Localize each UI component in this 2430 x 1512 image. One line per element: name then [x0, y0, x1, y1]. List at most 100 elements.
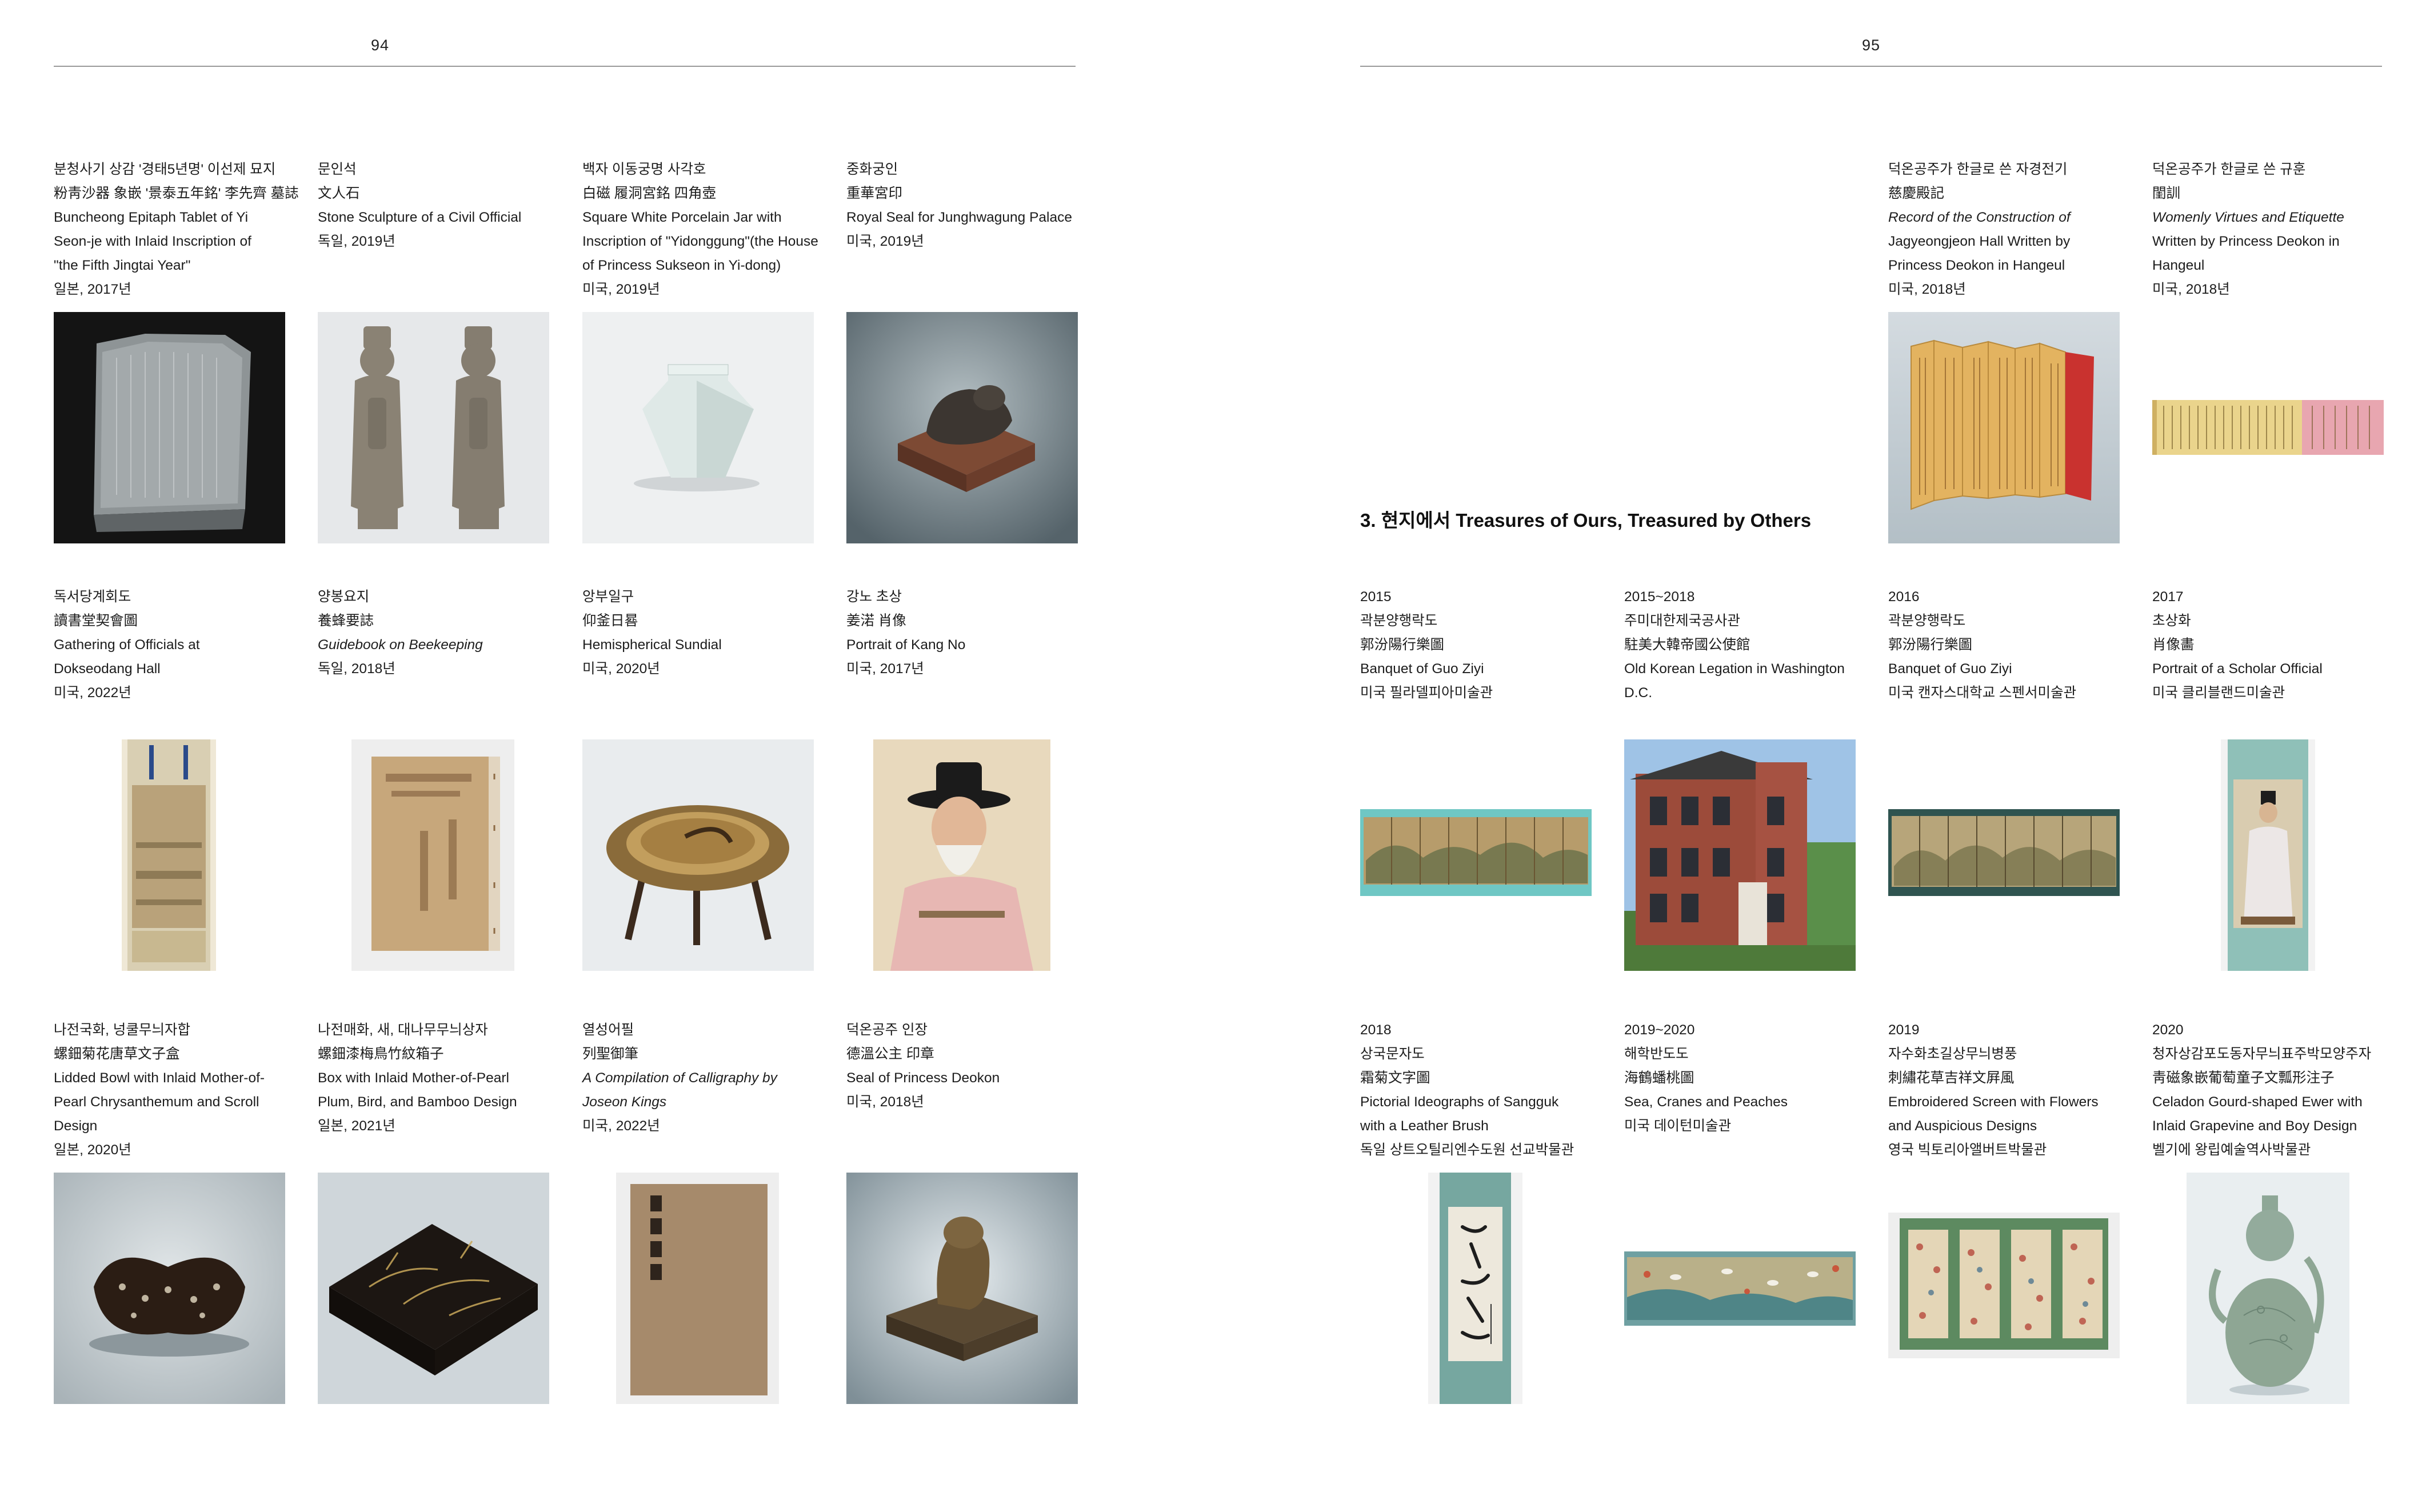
caption-korean: 나전매화, 새, 대나무무늬상자	[318, 1022, 488, 1038]
caption-english: Banquet of Guo Ziyi	[1360, 661, 1484, 677]
folding-book-image	[1888, 312, 2120, 543]
caption-location-year: 미국, 2018년	[846, 1094, 924, 1110]
caption-english: and Auspicious Designs	[1888, 1118, 2037, 1134]
caption-korean: 상국문자도	[1360, 1046, 1425, 1062]
white-jar-image	[582, 312, 814, 543]
caption-english: Sea, Cranes and Peaches	[1624, 1094, 1788, 1110]
caption-hanja: 重華宮印	[846, 186, 902, 201]
caption-hanja: 仰釜日晷	[582, 613, 638, 629]
caption-hanja: 白磁 履洞宮銘 四角壺	[582, 186, 717, 201]
caption-year: 2019	[1888, 1022, 1920, 1038]
old-book-image	[351, 739, 514, 971]
caption-location: 미국 캔자스대학교 스펜서미술관	[1888, 685, 2077, 701]
caption-english: Inscription of "Yidonggung"(the House	[582, 234, 818, 249]
caption-korean: 나전국화, 넝쿨무늬자합	[54, 1022, 191, 1038]
caption-korean: 청자상감포도동자무늬표주박모양주자	[2152, 1046, 2372, 1062]
caption-english: Jagyeongjeon Hall Written by	[1888, 234, 2071, 249]
caption-english: Stone Sculpture of a Civil Official	[318, 210, 522, 225]
caption-korean: 열성어필	[582, 1022, 634, 1038]
item-caption: 앙부일구 仰釜日晷 Hemispherical Sundial 미국, 2020…	[582, 585, 817, 681]
caption-english: Seon-je with Inlaid Inscription of	[54, 234, 251, 249]
portrait-kang-no-image	[873, 739, 1050, 971]
item-caption: 2020 청자상감포도동자무늬표주박모양주자 靑磁象嵌葡萄童子文瓢形注子 Cel…	[2152, 1018, 2387, 1162]
caption-korean: 강노 초상	[846, 589, 902, 605]
caption-location: 영국 빅토리아앨버트박물관	[1888, 1142, 2047, 1158]
caption-location: 독일 상트오틸리엔수도원 선교박물관	[1360, 1142, 1574, 1158]
caption-location-year: 일본, 2021년	[318, 1118, 395, 1134]
caption-hanja: 駐美大韓帝國公使館	[1624, 637, 1750, 653]
caption-english: Portrait of a Scholar Official	[2152, 661, 2323, 677]
caption-english: Design	[54, 1118, 98, 1134]
calligraphy-book-image	[616, 1173, 779, 1404]
caption-location-year: 일본, 2020년	[54, 1142, 131, 1158]
princess-seal-image	[846, 1173, 1078, 1404]
item-caption: 독서당계회도 讀書堂契會圖 Gathering of Officials at …	[54, 585, 288, 705]
caption-location-year: 미국, 2019년	[846, 234, 924, 249]
caption-korean: 백자 이동궁명 사각호	[582, 162, 706, 177]
caption-english: A Compilation of Calligraphy by	[582, 1070, 777, 1086]
caption-korean: 양봉요지	[318, 589, 370, 605]
caption-english: Dokseodang Hall	[54, 661, 161, 677]
caption-korean: 덕온공주가 한글로 쓴 자경전기	[1888, 162, 2068, 177]
item-caption: 분청사기 상감 '경태5년명' 이선제 묘지 粉靑沙器 象嵌 '景泰五年銘' 李…	[54, 158, 299, 302]
caption-english: Inlaid Grapevine and Boy Design	[2152, 1118, 2357, 1134]
caption-korean: 주미대한제국공사관	[1624, 613, 1740, 629]
caption-english: Banquet of Guo Ziyi	[1888, 661, 2012, 677]
caption-location-year: 미국, 2018년	[1888, 282, 1966, 297]
caption-english: Buncheong Epitaph Tablet of Yi	[54, 210, 249, 225]
ideograph-scroll-image	[1428, 1173, 1522, 1404]
item-caption: 나전국화, 넝쿨무늬자합 螺鈿菊花唐草文子盒 Lidded Bowl with …	[54, 1018, 288, 1162]
scholar-portrait-image	[2221, 739, 2315, 971]
folding-screen-banquet-2-image	[1888, 809, 2120, 896]
caption-hanja: 螺鈿菊花唐草文子盒	[54, 1046, 180, 1062]
item-caption: 2015 곽분양행락도 郭汾陽行樂圖 Banquet of Guo Ziyi 미…	[1360, 585, 1594, 705]
caption-korean: 자수화초길상무늬병풍	[1888, 1046, 2017, 1062]
caption-english: Hemispherical Sundial	[582, 637, 722, 653]
royal-seal-image	[846, 312, 1078, 543]
caption-location: 벨기에 왕립예술역사박물관	[2152, 1142, 2311, 1158]
caption-korean: 분청사기 상감 '경태5년명' 이선제 묘지	[54, 162, 276, 177]
caption-location-year: 미국, 2022년	[582, 1118, 660, 1134]
item-caption: 양봉요지 養蜂要誌 Guidebook on Beekeeping 독일, 20…	[318, 585, 552, 681]
lacquer-box-image	[318, 1173, 549, 1404]
caption-location: 미국 데이턴미술관	[1624, 1118, 1732, 1134]
caption-location-year: 독일, 2018년	[318, 661, 395, 677]
caption-location-year: 미국, 2017년	[846, 661, 924, 677]
caption-english: Celadon Gourd-shaped Ewer with	[2152, 1094, 2363, 1110]
item-caption: 2019 자수화초길상무늬병풍 刺繡花草吉祥文屛風 Embroidered Sc…	[1888, 1018, 2123, 1162]
section-title: 3. 현지에서 Treasures of Ours, Treasured by …	[1360, 510, 1812, 531]
caption-korean: 초상화	[2152, 613, 2191, 629]
caption-english: of Princess Sukseon in Yi-dong)	[582, 258, 781, 273]
caption-hanja: 靑磁象嵌葡萄童子文瓢形注子	[2152, 1070, 2335, 1086]
caption-hanja: 刺繡花草吉祥文屛風	[1888, 1070, 2015, 1086]
item-caption: 덕온공주 인장 德溫公主 印章 Seal of Princess Deokon …	[846, 1018, 1081, 1114]
caption-year: 2017	[2152, 589, 2184, 605]
caption-korean: 덕온공주가 한글로 쓴 규훈	[2152, 162, 2306, 177]
item-caption: 2018 상국문자도 霜菊文字圖 Pictorial Ideographs of…	[1360, 1018, 1594, 1162]
caption-hanja: 養蜂要誌	[318, 613, 374, 629]
page-number: 94	[370, 37, 390, 54]
epitaph-tablet-image	[54, 312, 285, 543]
caption-year: 2015~2018	[1624, 589, 1695, 605]
legation-building-image	[1624, 739, 1856, 971]
caption-english: Lidded Bowl with Inlaid Mother-of-	[54, 1070, 265, 1086]
caption-location: 미국 클리블랜드미술관	[2152, 685, 2285, 701]
caption-english: Guidebook on Beekeeping	[318, 637, 483, 653]
item-caption: 2015~2018 주미대한제국공사관 駐美大韓帝國公使館 Old Korean…	[1624, 585, 1859, 705]
caption-year: 2015	[1360, 589, 1392, 605]
caption-english: Womenly Virtues and Etiquette	[2152, 210, 2344, 225]
item-caption: 문인석 文人石 Stone Sculpture of a Civil Offic…	[318, 158, 552, 254]
caption-location-year: 미국, 2019년	[582, 282, 660, 297]
caption-location-year: 독일, 2019년	[318, 234, 395, 249]
caption-korean: 중화궁인	[846, 162, 898, 177]
caption-english: D.C.	[1624, 685, 1652, 701]
caption-year: 2016	[1888, 589, 1920, 605]
sundial-image	[582, 739, 814, 971]
caption-english: Royal Seal for Junghwagung Palace	[846, 210, 1072, 225]
caption-english: Written by Princess Deokon in	[2152, 234, 2340, 249]
item-caption: 덕온공주가 한글로 쓴 자경전기 慈慶殿記 Record of the Cons…	[1888, 158, 2123, 302]
item-caption: 덕온공주가 한글로 쓴 규훈 閨訓 Womenly Virtues and Et…	[2152, 158, 2387, 302]
page-number: 95	[1861, 37, 1881, 54]
caption-english: Pictorial Ideographs of Sangguk	[1360, 1094, 1559, 1110]
caption-hanja: 文人石	[318, 186, 360, 201]
